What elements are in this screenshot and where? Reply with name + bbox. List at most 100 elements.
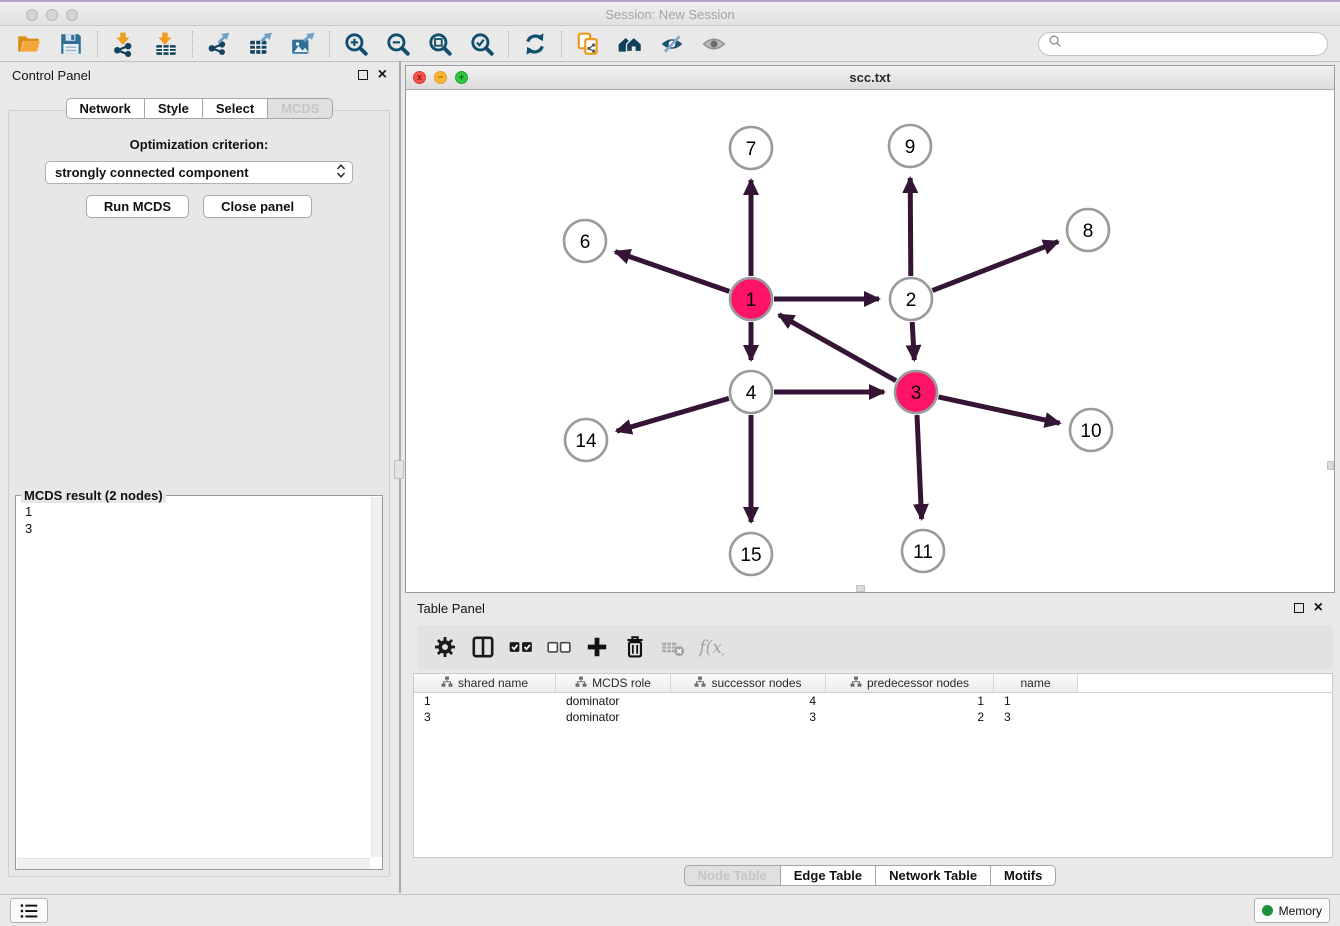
add-column-icon[interactable] [582,632,612,662]
toolbar-separator [329,31,330,57]
zoom-out-icon[interactable] [377,28,419,60]
edge-3-10[interactable] [939,397,1060,423]
criterion-dropdown[interactable]: strongly connected component [45,161,353,184]
open-session-icon[interactable] [8,28,50,60]
node-2[interactable]: 2 [890,278,932,320]
tab-network-table[interactable]: Network Table [876,865,991,886]
node-label: 3 [911,383,922,404]
node-8[interactable]: 8 [1067,209,1109,251]
result-horizontal-scrollbar[interactable] [17,858,370,869]
node-label: 10 [1080,421,1101,442]
panel-divider-grip[interactable] [394,460,404,479]
node-9[interactable]: 9 [889,125,931,167]
canvas-vertical-scroll-thumb[interactable] [1327,461,1334,470]
table-panel-title: Table Panel [417,601,485,616]
split-columns-icon[interactable] [468,632,498,662]
column-header-name[interactable]: name [994,674,1078,693]
run-mcds-button[interactable]: Run MCDS [86,195,189,218]
tab-style[interactable]: Style [145,98,203,119]
status-bar: Memory [0,894,1340,926]
close-table-panel-icon[interactable]: × [1314,603,1323,613]
cell-name[interactable]: 1 [994,693,1078,709]
cell-successor-nodes[interactable]: 3 [671,709,826,725]
save-session-icon[interactable] [50,28,92,60]
edge-2-3[interactable] [912,322,914,360]
column-header-successor-nodes[interactable]: successor nodes [671,674,826,693]
delete-column-icon[interactable] [620,632,650,662]
close-panel-icon[interactable]: × [378,70,387,80]
float-table-panel-icon[interactable] [1294,603,1304,613]
tab-motifs[interactable]: Motifs [991,865,1056,886]
task-history-button[interactable] [10,898,48,923]
tab-select[interactable]: Select [203,98,268,119]
cell-name[interactable]: 3 [994,709,1078,725]
show-all-icon[interactable] [693,28,735,60]
edge-3-11[interactable] [917,415,922,519]
node-14[interactable]: 14 [565,419,607,461]
import-network-icon[interactable] [103,28,145,60]
window-title: Session: New Session [0,7,1340,22]
cell-successor-nodes[interactable]: 4 [671,693,826,709]
table-row[interactable]: 3dominator323 [414,709,1332,725]
node-label: 15 [740,545,761,566]
zoom-in-icon[interactable] [335,28,377,60]
list-icon [18,900,40,922]
node-3[interactable]: 3 [895,371,937,413]
export-image-icon[interactable] [282,28,324,60]
node-label: 14 [575,431,597,452]
node-15[interactable]: 15 [730,533,772,575]
float-panel-icon[interactable] [358,70,368,80]
edge-4-14[interactable] [617,398,729,431]
table-panel: Table Panel × f(x) shared nameMCDS roles… [405,595,1335,893]
node-6[interactable]: 6 [564,220,606,262]
cell-MCDS-role[interactable]: dominator [556,709,671,725]
zoom-fit-icon[interactable] [419,28,461,60]
edge-3-1[interactable] [779,315,896,381]
table-panel-titlebar: Table Panel × [405,595,1335,621]
memory-button[interactable]: Memory [1254,898,1330,923]
result-vertical-scrollbar[interactable] [371,497,382,857]
cell-MCDS-role[interactable]: dominator [556,693,671,709]
tab-edge-table[interactable]: Edge Table [781,865,876,886]
hierarchy-icon [694,676,706,691]
clone-network-icon[interactable] [567,28,609,60]
zoom-selected-icon[interactable] [461,28,503,60]
search-input[interactable] [1069,36,1319,51]
home-icon[interactable] [609,28,651,60]
edge-2-8[interactable] [932,242,1058,291]
node-10[interactable]: 10 [1070,409,1112,451]
toolbar-separator [508,31,509,57]
cell-predecessor-nodes[interactable]: 1 [826,693,994,709]
column-header-predecessor-nodes[interactable]: predecessor nodes [826,674,994,693]
export-network-icon[interactable] [198,28,240,60]
search-box[interactable] [1038,32,1328,56]
edge-2-9[interactable] [910,178,911,276]
node-7[interactable]: 7 [730,127,772,169]
cell-predecessor-nodes[interactable]: 2 [826,709,994,725]
network-canvas[interactable]: 1 2 3 4 6 7 8 9 10 11 14 15 [406,91,1334,592]
canvas-horizontal-scroll-thumb[interactable] [856,585,865,592]
refresh-icon[interactable] [514,28,556,60]
node-1[interactable]: 1 [730,278,772,320]
table-row[interactable]: 1dominator411 [414,693,1332,709]
toolbar-icons [8,28,735,60]
edge-1-6[interactable] [615,252,729,292]
tab-node-table[interactable]: Node Table [684,865,781,886]
gear-icon[interactable] [430,632,460,662]
deselect-all-icon[interactable] [544,632,574,662]
cell-shared-name[interactable]: 3 [414,709,556,725]
export-table-icon[interactable] [240,28,282,60]
close-panel-button[interactable]: Close panel [203,195,312,218]
node-11[interactable]: 11 [902,530,944,572]
select-all-icon[interactable] [506,632,536,662]
column-header-MCDS-role[interactable]: MCDS role [556,674,671,693]
node-4[interactable]: 4 [730,371,772,413]
column-header-shared-name[interactable]: shared name [414,674,556,693]
node-label: 9 [905,137,916,158]
cell-shared-name[interactable]: 1 [414,693,556,709]
network-window-title: scc.txt [406,70,1334,85]
import-table-icon[interactable] [145,28,187,60]
tab-network[interactable]: Network [66,98,145,119]
hide-selected-icon[interactable] [651,28,693,60]
tab-mcds[interactable]: MCDS [268,98,333,119]
